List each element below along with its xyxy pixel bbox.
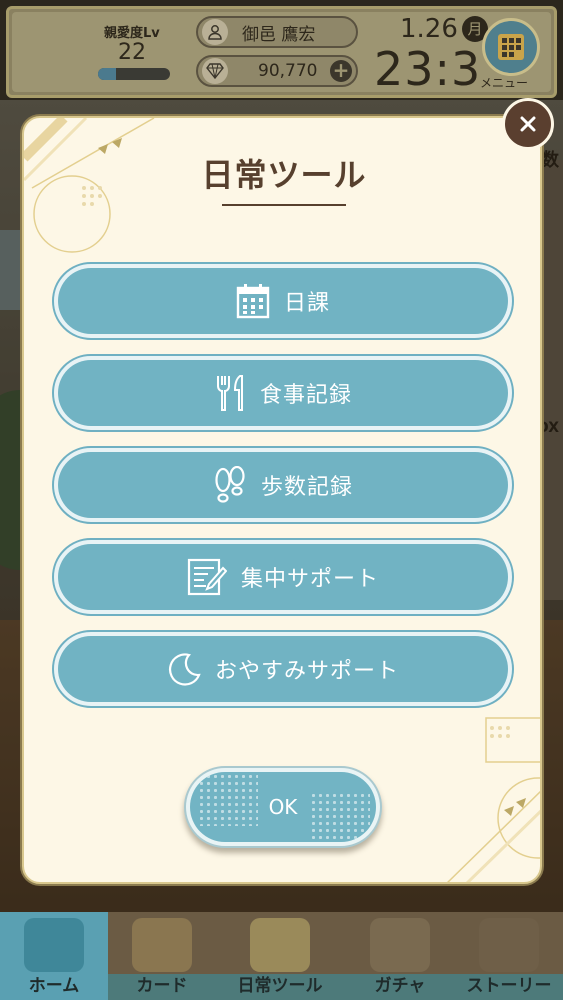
house-bear-icon — [24, 918, 84, 972]
affinity-progress-bar — [98, 68, 170, 80]
user-name: 御邑 鷹宏 — [242, 24, 316, 45]
nav-daily-tools-label: 日常ツール — [237, 976, 323, 996]
daily-task-label: 日課 — [283, 291, 330, 316]
calendar-icon — [236, 284, 270, 319]
ok-button-dots — [310, 792, 370, 842]
currency-pill: 90,770 + — [196, 55, 358, 87]
nav-gacha-label: ガチャ — [374, 976, 426, 996]
book-icon — [479, 918, 539, 972]
nav-cards-label: カード — [136, 976, 188, 996]
nav-story-label: ストーリー — [466, 976, 552, 996]
cards-icon — [132, 918, 192, 972]
ok-button-dots — [198, 772, 258, 826]
meal-record-button-face: 食事記録 — [58, 360, 508, 426]
nav-home[interactable]: ホーム — [0, 912, 108, 1000]
user-icon — [202, 19, 228, 45]
daily-tools-modal: 日常ツール 日課 食事記録 歩数記録 集中サポート おやすみサポート OK — [22, 116, 542, 884]
nav-cards[interactable]: カード — [108, 912, 216, 1000]
close-button[interactable] — [502, 98, 554, 150]
user-name-pill[interactable]: 御邑 鷹宏 — [196, 16, 358, 48]
clipboard-icon — [250, 918, 310, 972]
notepad-pencil-icon — [187, 558, 227, 596]
add-currency-button[interactable]: + — [330, 60, 352, 82]
currency-amount: 90,770 — [258, 61, 318, 81]
focus-support-button-face: 集中サポート — [58, 544, 508, 610]
modal-title: 日常ツール — [201, 156, 367, 194]
date-display: 1.26 — [400, 14, 458, 44]
meal-record-button[interactable]: 食事記録 — [52, 354, 514, 432]
moon-icon — [168, 653, 201, 686]
ok-label: OK — [268, 795, 298, 819]
nav-story[interactable]: ストーリー — [455, 912, 563, 1000]
daily-task-button[interactable]: 日課 — [52, 262, 514, 340]
close-icon — [520, 116, 536, 132]
sleep-support-label: おやすみサポート — [214, 659, 399, 684]
bottom-nav: ホーム カード 日常ツール ガチャ ストーリー — [0, 912, 563, 1000]
nav-gacha[interactable]: ガチャ — [346, 912, 454, 1000]
sleep-support-button[interactable]: おやすみサポート — [52, 630, 514, 708]
daily-task-button-face: 日課 — [58, 268, 508, 334]
nav-daily-tools[interactable]: 日常ツール — [220, 912, 340, 1000]
affinity-label: 親愛度Lv — [104, 26, 160, 41]
sleep-support-button-face: おやすみサポート — [58, 636, 508, 702]
nav-home-label: ホーム — [28, 976, 80, 996]
affinity-level: 22 — [118, 40, 146, 65]
title-underline — [222, 204, 346, 206]
focus-support-button[interactable]: 集中サポート — [52, 538, 514, 616]
time-display: 23:3 — [374, 42, 482, 96]
ok-button-face: OK — [190, 772, 376, 842]
corner-ornament-bottom — [447, 717, 540, 882]
affinity-progress-fill — [98, 68, 116, 80]
menu-grid-icon — [482, 18, 540, 76]
fork-knife-icon — [216, 375, 243, 411]
menu-button[interactable]: メニュー — [478, 18, 544, 90]
gift-bag-icon — [370, 918, 430, 972]
ok-button[interactable]: OK — [184, 766, 382, 848]
focus-support-label: 集中サポート — [240, 567, 379, 592]
diamond-icon — [202, 58, 228, 84]
step-record-label: 歩数記録 — [260, 475, 353, 500]
step-record-button[interactable]: 歩数記録 — [52, 446, 514, 524]
step-record-button-face: 歩数記録 — [58, 452, 508, 518]
menu-label: メニュー — [480, 76, 529, 90]
meal-record-label: 食事記録 — [259, 383, 352, 408]
footprints-icon — [215, 466, 245, 503]
